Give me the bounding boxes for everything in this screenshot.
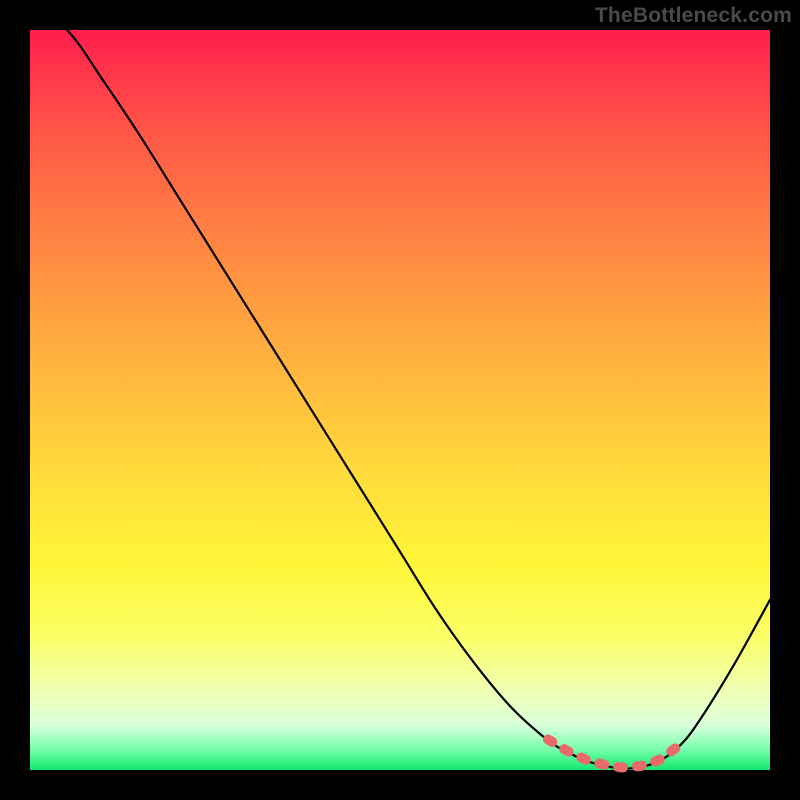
curve-svg (30, 30, 770, 770)
attribution-text: TheBottleneck.com (595, 4, 792, 28)
optimum-dash (548, 739, 681, 767)
chart-frame: TheBottleneck.com (0, 0, 800, 800)
plot-area (30, 30, 770, 770)
main-curve (30, 8, 770, 769)
